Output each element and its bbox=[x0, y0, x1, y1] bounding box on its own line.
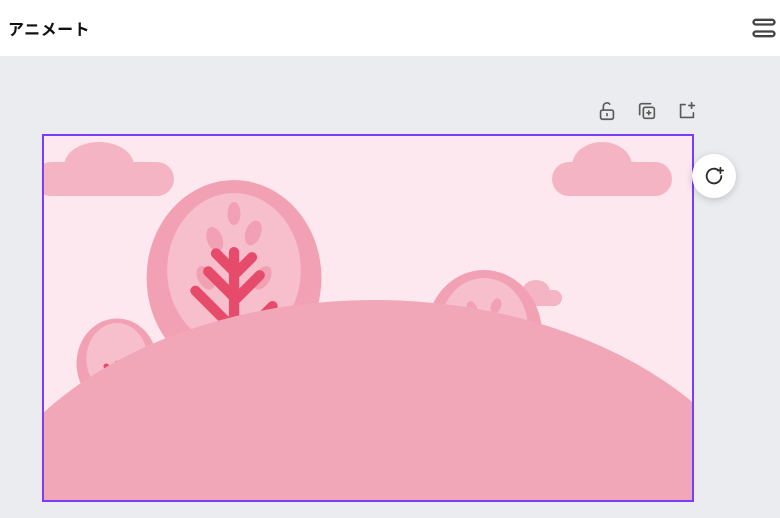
animate-title[interactable]: アニメート bbox=[8, 16, 90, 40]
copy-plus-icon[interactable] bbox=[636, 100, 658, 122]
design-canvas[interactable] bbox=[42, 134, 694, 502]
canvas-tools bbox=[596, 100, 698, 122]
workspace bbox=[0, 56, 780, 518]
unlock-icon[interactable] bbox=[596, 100, 618, 122]
open-external-plus-icon[interactable] bbox=[676, 100, 698, 122]
add-comment-button[interactable] bbox=[692, 154, 736, 198]
canvas-holder bbox=[42, 134, 694, 502]
cloud bbox=[552, 162, 672, 196]
top-bar: アニメート bbox=[0, 0, 780, 56]
overflow-icon[interactable] bbox=[750, 14, 778, 42]
